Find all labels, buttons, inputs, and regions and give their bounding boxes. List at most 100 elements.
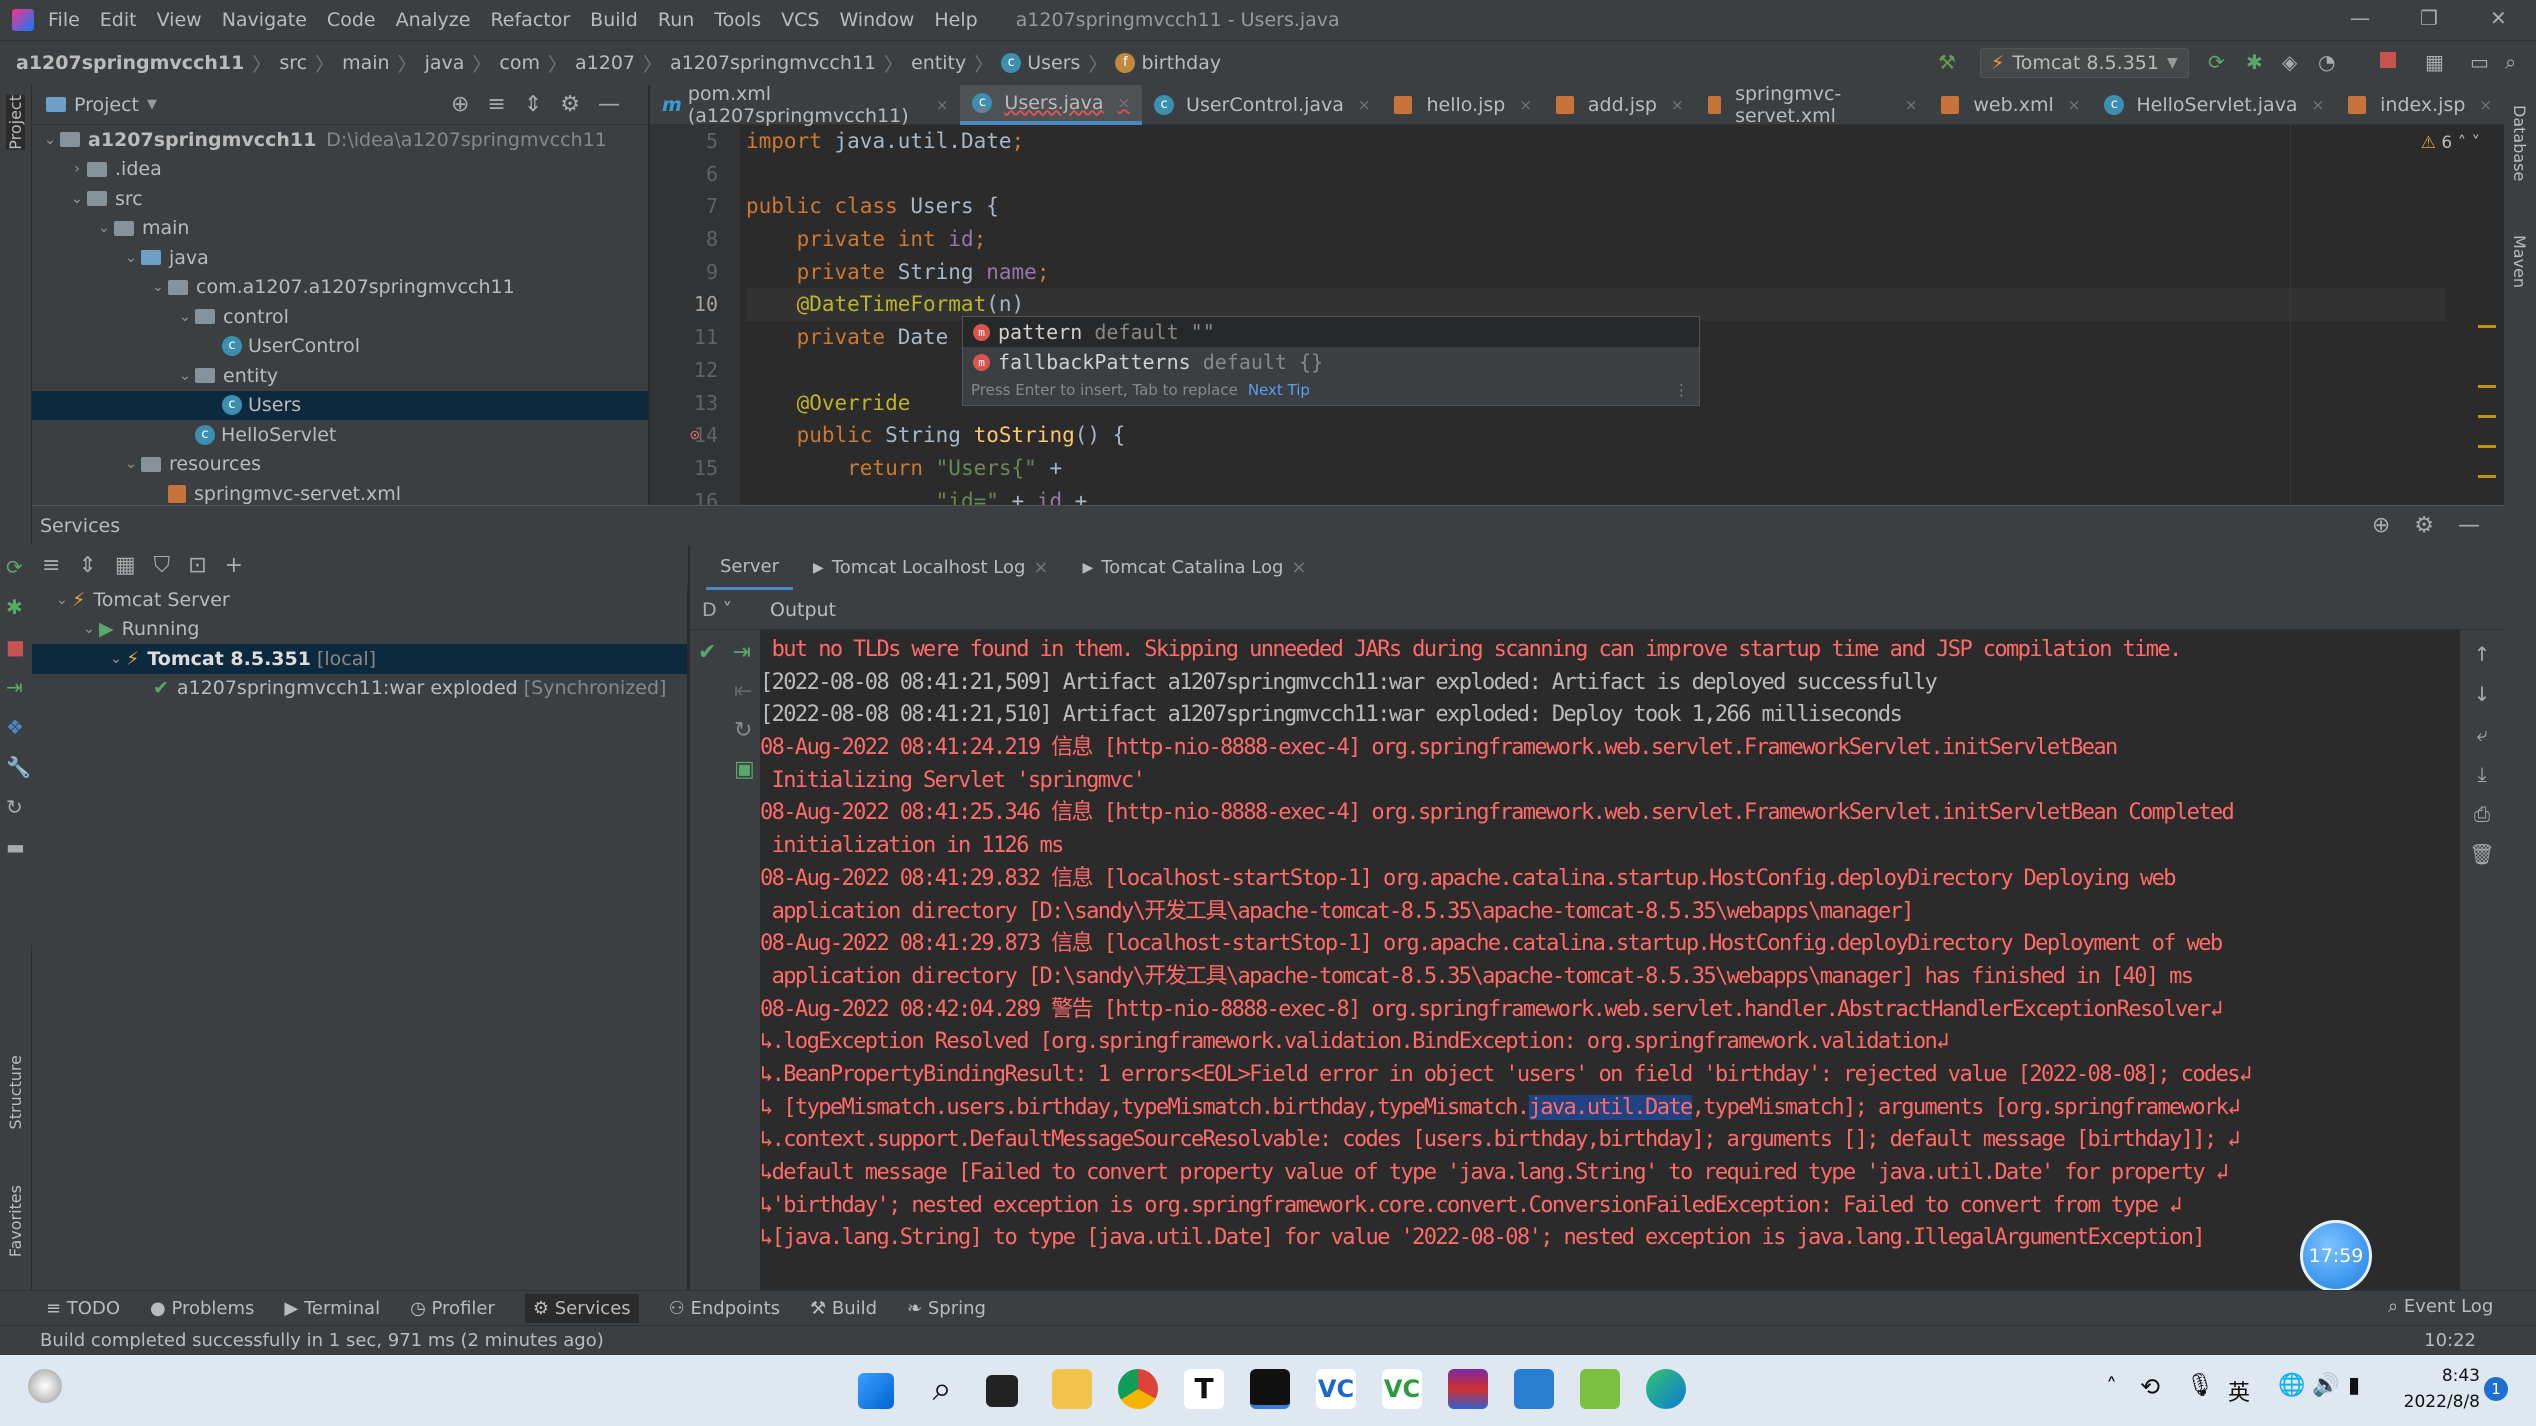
close-tab-icon[interactable]: × [1671, 96, 1684, 114]
editor-tab[interactable]: c Users.java × [960, 84, 1143, 125]
update-icon[interactable]: ▣ [698, 757, 755, 782]
notification-badge[interactable]: 1 [2484, 1377, 2508, 1401]
refresh-icon[interactable]: ↻ [698, 718, 752, 743]
close-tab-icon[interactable]: × [1033, 557, 1048, 578]
search-icon[interactable]: ⌕ [2505, 50, 2516, 74]
chrome-icon[interactable] [1118, 1369, 1158, 1409]
debug-icon[interactable]: ✱ [6, 595, 26, 619]
output-tab[interactable]: Server [706, 545, 794, 590]
override-gutter-icon[interactable]: ⊙ [690, 425, 700, 444]
start-icon[interactable] [858, 1373, 894, 1409]
refresh-icon[interactable]: ↻ [6, 795, 26, 819]
breadcrumb-item[interactable]: a1207springmvcch11 [670, 52, 876, 74]
editor-tab[interactable]: c UserControl.java × [1142, 85, 1382, 125]
project-structure-icon[interactable]: ▦ [2425, 50, 2444, 74]
rerun-icon[interactable]: ⟳ [2208, 50, 2225, 74]
undeploy-icon[interactable]: ⇤ [698, 679, 752, 704]
chevron-down-icon[interactable]: ⌄ [175, 309, 195, 325]
tree-item[interactable]: ⌄ entity [32, 361, 648, 391]
editor-tab[interactable]: add.jsp × [1544, 85, 1696, 125]
breadcrumb-item[interactable]: birthday [1141, 52, 1221, 74]
chevron-down-icon[interactable]: ⌄ [40, 132, 60, 148]
minimize-button[interactable]: — [2350, 6, 2370, 30]
network-icon[interactable]: 🌐 [2278, 1373, 2305, 1398]
breadcrumb-item[interactable]: java [425, 52, 465, 74]
tree-item[interactable]: c Users [32, 390, 648, 420]
service-item[interactable]: ⌄ ▶ Running [32, 615, 687, 645]
chevron-down-icon[interactable]: ⌄ [94, 220, 114, 236]
breadcrumb-item[interactable]: a1207springmvcch11 [16, 52, 244, 74]
deploy-selector[interactable]: D ˅ [690, 599, 760, 621]
code-line[interactable]: return "Users{" + [746, 452, 2446, 485]
deploy-status-icon[interactable]: ✔ ⇥ [698, 640, 752, 665]
build-hammer-icon[interactable]: ⚒ [1938, 50, 1956, 74]
breadcrumb-item[interactable]: Users [1027, 52, 1080, 74]
artifact-icon[interactable]: ❖ [6, 715, 26, 739]
coverage-icon[interactable]: ◈ [2282, 50, 2297, 74]
stop-icon[interactable] [2380, 52, 2396, 68]
task-view-icon[interactable] [986, 1375, 1018, 1407]
console-output[interactable]: but no TLDs were found in them. Skipping… [760, 630, 2460, 1290]
chevron-down-icon[interactable]: ⌄ [67, 191, 87, 207]
search-icon[interactable]: ⌕ [922, 1369, 962, 1409]
code-line[interactable]: import java.util.Date; [746, 125, 2446, 158]
layout-icon[interactable]: ▭ [2470, 50, 2489, 74]
code-line[interactable]: public class Users { [746, 190, 2446, 223]
project-panel-actions[interactable]: ⊕≡⇕⚙— [451, 92, 648, 117]
typora-icon[interactable]: T [1184, 1369, 1224, 1409]
scroll-up-icon[interactable]: ↑ [2460, 642, 2504, 666]
caret-position[interactable]: 10:22 [2424, 1330, 2476, 1351]
microphone-icon[interactable]: 🎙 [2186, 1373, 2214, 1398]
menu-analyze[interactable]: Analyze [396, 9, 471, 31]
editor-tab[interactable]: m pom.xml (a1207springmvcch11) × [650, 83, 960, 127]
editor-tab[interactable]: web.xml × [1929, 85, 2092, 125]
close-tab-icon[interactable]: × [1519, 96, 1532, 114]
notepad-icon[interactable] [1580, 1369, 1620, 1409]
output-tab[interactable]: ▶ Tomcat Catalina Log × [1068, 545, 1320, 590]
tree-item[interactable]: ⌄ main [32, 214, 648, 244]
chevron-down-icon[interactable]: ⌄ [52, 592, 72, 608]
edge-icon[interactable] [1646, 1369, 1686, 1409]
menu-refactor[interactable]: Refactor [490, 9, 570, 31]
file-explorer-icon[interactable] [1052, 1369, 1092, 1409]
new-tab-icon[interactable]: ⊡ [188, 553, 206, 578]
menu-vcs[interactable]: VCS [781, 9, 819, 31]
clear-icon[interactable]: 🗑 [2460, 842, 2504, 866]
editor-tab[interactable]: springmvc-servet.xml × [1696, 83, 1930, 127]
group-icon[interactable]: ▦ [115, 553, 136, 578]
next-tip-link[interactable]: Next Tip [1248, 381, 1310, 399]
ime-indicator[interactable]: 英 [2228, 1375, 2250, 1407]
close-button[interactable]: ✕ [2490, 6, 2507, 30]
volume-icon[interactable]: 🔊 [2312, 1373, 2339, 1398]
tree-item[interactable]: c HelloServlet [32, 420, 648, 450]
completion-item-pattern[interactable]: m pattern default "" [963, 317, 1699, 347]
close-tab-icon[interactable]: × [1358, 96, 1371, 114]
tray-chevron-icon[interactable]: ˄ [2106, 1375, 2117, 1400]
error-stripe-markers[interactable] [2478, 385, 2496, 388]
sync-icon[interactable]: ⟲ [2140, 1373, 2160, 1401]
project-tool-button[interactable]: Project [6, 95, 25, 150]
debug-icon[interactable]: ✱ [2246, 50, 2263, 74]
collapse-all-icon[interactable]: ⇕ [78, 553, 96, 578]
run-config-selector[interactable]: ⚡ Tomcat 8.5.351 ▼ [1980, 48, 2189, 78]
close-tab-icon[interactable]: × [2068, 96, 2081, 114]
breadcrumb-item[interactable]: a1207 [575, 52, 635, 74]
close-tab-icon[interactable]: × [2479, 96, 2492, 114]
tree-item[interactable]: ⌄ a1207springmvcch11 D:\idea\a1207springmv… [32, 125, 648, 155]
close-tab-icon[interactable]: × [1291, 557, 1306, 578]
maximize-button[interactable]: ❐ [2420, 6, 2438, 30]
menu-edit[interactable]: Edit [100, 9, 137, 31]
tree-item[interactable]: ⌄ resources [32, 450, 648, 480]
service-item[interactable]: ✔ a1207springmvcch11:war exploded [Synchro… [32, 674, 687, 704]
event-log-button[interactable]: ⌕ Event Log [2388, 1296, 2493, 1317]
close-tab-icon[interactable]: × [1117, 94, 1130, 112]
code-line[interactable]: public String toString() { [746, 419, 2446, 452]
vc-icon[interactable]: VC [1316, 1369, 1356, 1409]
tree-item[interactable]: › .idea [32, 155, 648, 185]
tree-item[interactable]: c UserControl [32, 332, 648, 362]
more-icon[interactable]: ⋮ [1674, 381, 1699, 399]
close-tab-icon[interactable]: × [2312, 96, 2325, 114]
breadcrumb-item[interactable]: com [499, 52, 540, 74]
timer-badge[interactable]: 17:59 [2300, 1220, 2372, 1292]
widget-icon[interactable] [28, 1369, 62, 1403]
